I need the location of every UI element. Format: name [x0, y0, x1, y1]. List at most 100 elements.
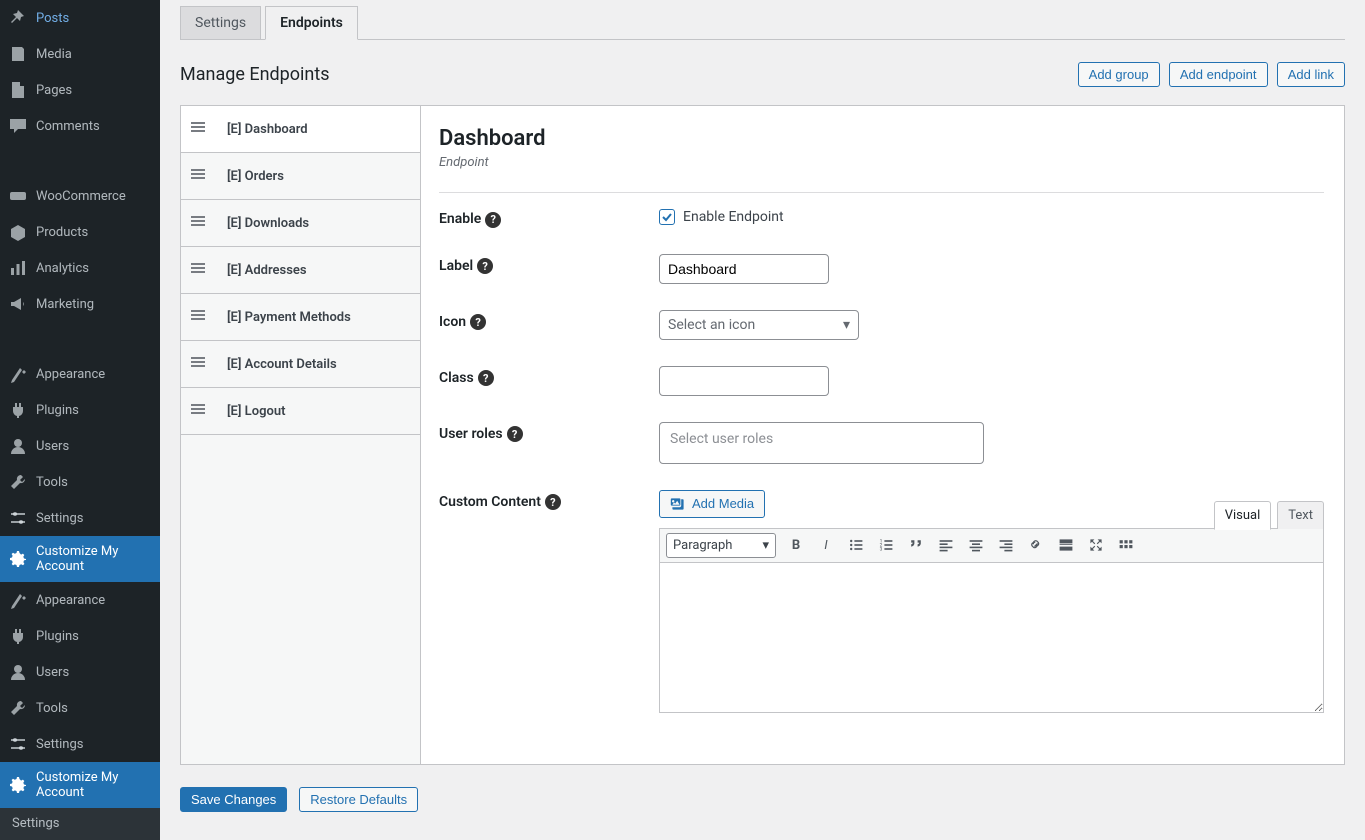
drag-handle-icon[interactable]: [191, 402, 209, 420]
sidebar-item-label: Settings: [36, 737, 83, 752]
icon-field-label: Icon: [439, 314, 466, 330]
editor-tab-text[interactable]: Text: [1277, 501, 1324, 529]
sidebar-item-appearance[interactable]: Appearance: [0, 356, 160, 392]
sidebar-item-woocommerce[interactable]: WooCommerce: [0, 178, 160, 214]
readmore-button[interactable]: [1056, 535, 1076, 555]
main-content: Settings Endpoints Manage Endpoints Add …: [160, 0, 1365, 840]
add-media-button[interactable]: Add Media: [659, 490, 765, 518]
fullscreen-button[interactable]: [1086, 535, 1106, 555]
appearance-icon: [8, 590, 28, 610]
endpoint-row[interactable]: [E] Account Details: [181, 341, 420, 388]
roles-select[interactable]: Select user roles: [659, 422, 984, 464]
restore-button[interactable]: Restore Defaults: [299, 787, 418, 812]
sidebar-item-products[interactable]: Products: [0, 214, 160, 250]
page-icon: [8, 80, 28, 100]
content-editor[interactable]: [659, 563, 1324, 713]
drag-handle-icon[interactable]: [191, 214, 209, 232]
endpoint-subtitle: Endpoint: [439, 155, 1324, 170]
sidebar-item-label: Products: [36, 225, 88, 240]
numbered-list-button[interactable]: 123: [876, 535, 896, 555]
help-icon[interactable]: ?: [507, 426, 523, 442]
editor-tab-visual[interactable]: Visual: [1214, 501, 1272, 530]
class-field-label: Class: [439, 370, 474, 386]
help-icon[interactable]: ?: [470, 314, 486, 330]
plugins-icon: [8, 400, 28, 420]
users-icon: [8, 662, 28, 682]
editor-toolbar: Paragraph▾ B I 123: [659, 528, 1324, 563]
add-group-button[interactable]: Add group: [1078, 62, 1160, 87]
sidebar-item-plugins[interactable]: Plugins: [0, 618, 160, 654]
align-left-button[interactable]: [936, 535, 956, 555]
align-right-button[interactable]: [996, 535, 1016, 555]
drag-handle-icon[interactable]: [191, 308, 209, 326]
link-button[interactable]: [1026, 535, 1046, 555]
endpoint-row-label: [E] Downloads: [227, 216, 309, 231]
sidebar-item-comments[interactable]: Comments: [0, 108, 160, 144]
drag-handle-icon[interactable]: [191, 120, 209, 138]
format-select[interactable]: Paragraph▾: [666, 533, 776, 558]
sidebar-item-posts[interactable]: Posts: [0, 0, 160, 36]
endpoint-row[interactable]: [E] Payment Methods: [181, 294, 420, 341]
sidebar-item-settings[interactable]: Settings: [0, 726, 160, 762]
help-icon[interactable]: ?: [478, 370, 494, 386]
sidebar-item-settings[interactable]: Settings: [0, 500, 160, 536]
label-input[interactable]: [659, 254, 829, 284]
add-link-button[interactable]: Add link: [1277, 62, 1345, 87]
italic-button[interactable]: I: [816, 535, 836, 555]
media-icon: [8, 44, 28, 64]
help-icon[interactable]: ?: [485, 212, 501, 228]
align-center-button[interactable]: [966, 535, 986, 555]
sidebar-item-media[interactable]: Media: [0, 36, 160, 72]
appearance-icon: [8, 364, 28, 384]
tab-settings[interactable]: Settings: [180, 6, 261, 39]
endpoint-row[interactable]: [E] Orders: [181, 153, 420, 200]
chevron-down-icon: ▾: [762, 538, 769, 553]
icon-select[interactable]: Select an icon▾: [659, 310, 859, 340]
sidebar-item-label: Posts: [36, 11, 69, 26]
sidebar-item-label: Tools: [36, 701, 68, 716]
tools-icon: [8, 472, 28, 492]
comment-icon: [8, 116, 28, 136]
endpoint-row[interactable]: [E] Logout: [181, 388, 420, 435]
sidebar-item-appearance[interactable]: Appearance: [0, 582, 160, 618]
bold-button[interactable]: B: [786, 535, 806, 555]
sidebar-item-tools[interactable]: Tools: [0, 464, 160, 500]
label-field-label: Label: [439, 258, 473, 274]
class-input[interactable]: [659, 366, 829, 396]
sidebar-item-label: Pages: [36, 83, 72, 98]
drag-handle-icon[interactable]: [191, 355, 209, 373]
sidebar-item-customize-my-account[interactable]: Customize My Account: [0, 762, 160, 808]
sidebar-item-customize-my-account[interactable]: Customize My Account: [0, 536, 160, 582]
sidebar-item-users[interactable]: Users: [0, 654, 160, 690]
sidebar-item-plugins[interactable]: Plugins: [0, 392, 160, 428]
roles-field-label: User roles: [439, 426, 503, 442]
save-button[interactable]: Save Changes: [180, 787, 287, 812]
enable-checkbox[interactable]: [659, 209, 675, 225]
tab-endpoints[interactable]: Endpoints: [265, 6, 358, 40]
sidebar-item-label: WooCommerce: [36, 189, 126, 204]
sidebar-item-users[interactable]: Users: [0, 428, 160, 464]
media-icon: [670, 496, 686, 512]
help-icon[interactable]: ?: [477, 258, 493, 274]
endpoint-form: Dashboard Endpoint Enable? Enable Endpoi…: [421, 106, 1344, 764]
drag-handle-icon[interactable]: [191, 167, 209, 185]
endpoint-row[interactable]: [E] Dashboard: [181, 106, 420, 153]
sidebar-item-analytics[interactable]: Analytics: [0, 250, 160, 286]
sidebar-item-pages[interactable]: Pages: [0, 72, 160, 108]
woo-icon: [8, 186, 28, 206]
sidebar-submenu-settings[interactable]: Settings: [0, 808, 160, 839]
toolbar-toggle-button[interactable]: [1116, 535, 1136, 555]
endpoint-row-label: [E] Logout: [227, 404, 285, 419]
header-actions: Add group Add endpoint Add link: [1072, 62, 1345, 87]
quote-button[interactable]: [906, 535, 926, 555]
sidebar-item-marketing[interactable]: Marketing: [0, 286, 160, 322]
drag-handle-icon[interactable]: [191, 261, 209, 279]
endpoint-row[interactable]: [E] Addresses: [181, 247, 420, 294]
add-endpoint-button[interactable]: Add endpoint: [1169, 62, 1268, 87]
endpoint-row-label: [E] Orders: [227, 169, 284, 184]
help-icon[interactable]: ?: [545, 494, 561, 510]
bullet-list-button[interactable]: [846, 535, 866, 555]
sidebar-item-tools[interactable]: Tools: [0, 690, 160, 726]
endpoint-row[interactable]: [E] Downloads: [181, 200, 420, 247]
endpoint-row-label: [E] Dashboard: [227, 122, 308, 137]
